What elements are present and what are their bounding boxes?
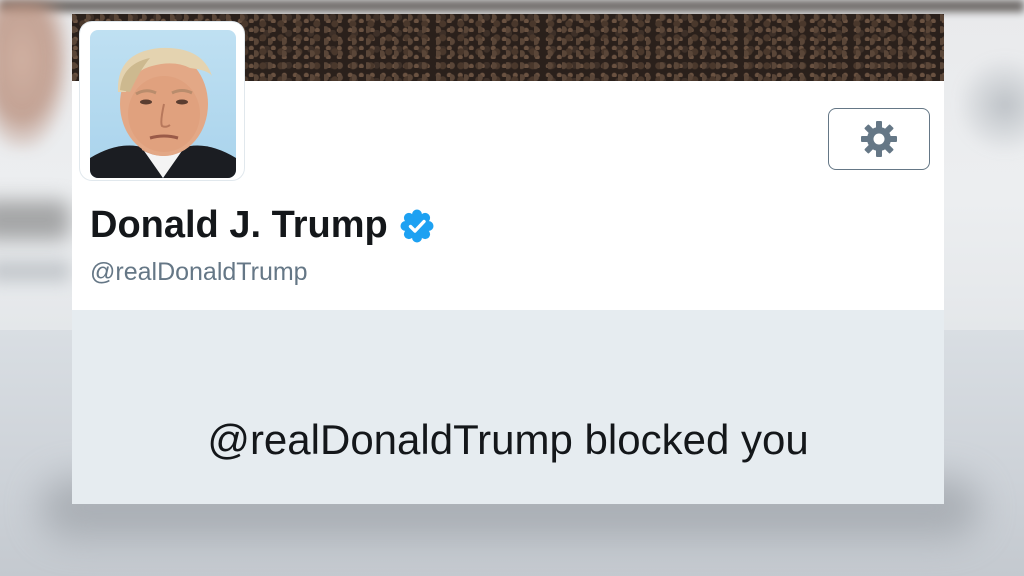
background-blur <box>0 200 70 240</box>
blocked-message: @realDonaldTrump blocked you <box>207 416 809 463</box>
screen: Donald J. Trump @realDonaldTrump @realDo… <box>0 0 1024 576</box>
blocked-notice: @realDonaldTrump blocked you <box>72 310 944 504</box>
profile-name-text[interactable]: Donald J. Trump <box>90 204 388 247</box>
verified-badge-icon <box>400 209 434 243</box>
profile-name: Donald J. Trump <box>90 204 434 247</box>
background-blur <box>0 0 70 150</box>
background-strip <box>0 0 1024 12</box>
background-blur <box>0 260 70 282</box>
gear-icon <box>861 121 897 157</box>
profile-photo-icon <box>90 47 236 178</box>
settings-button[interactable] <box>828 108 930 170</box>
avatar-photo <box>90 30 236 178</box>
profile-card: Donald J. Trump @realDonaldTrump @realDo… <box>72 14 944 504</box>
background-blur <box>960 50 1024 160</box>
profile-handle[interactable]: @realDonaldTrump <box>90 258 308 287</box>
avatar[interactable] <box>80 22 244 180</box>
